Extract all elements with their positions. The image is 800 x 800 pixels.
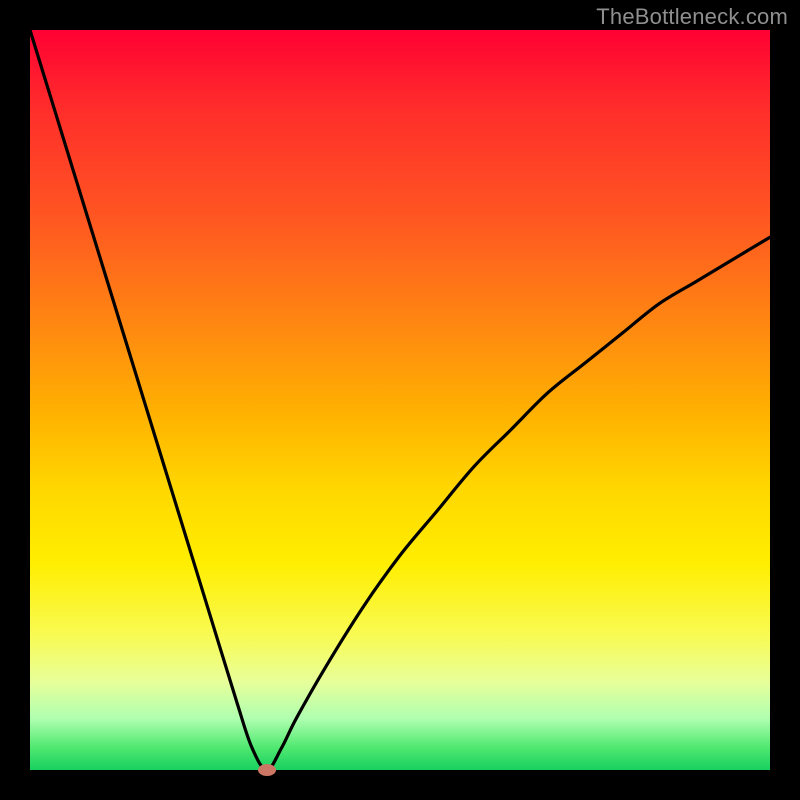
chart-frame: TheBottleneck.com bbox=[0, 0, 800, 800]
bottleneck-curve bbox=[30, 30, 770, 770]
attribution-text: TheBottleneck.com bbox=[596, 4, 788, 30]
minimum-marker bbox=[258, 764, 276, 776]
plot-area bbox=[30, 30, 770, 770]
